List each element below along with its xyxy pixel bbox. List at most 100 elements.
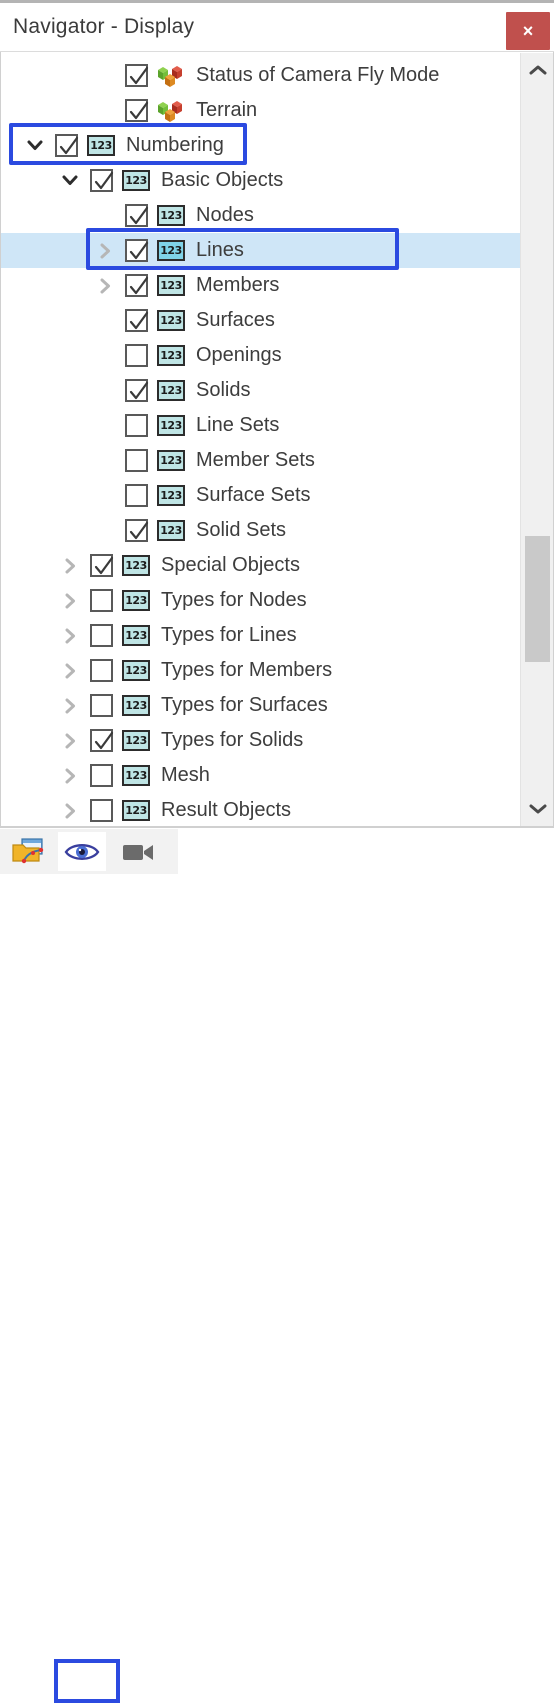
- tree-item-nodes[interactable]: 123 Nodes: [1, 198, 520, 233]
- checkbox-unchecked[interactable]: [90, 799, 113, 822]
- tree-item-types-for-nodes[interactable]: 123 Types for Nodes: [1, 583, 520, 618]
- checkbox-unchecked[interactable]: [125, 414, 148, 437]
- tree-item-terrain[interactable]: Terrain: [1, 93, 520, 128]
- tree-item-label: Members: [196, 274, 280, 296]
- scroll-down-button[interactable]: [521, 794, 554, 824]
- twisty-placeholder: [95, 381, 115, 401]
- chevron-right-icon[interactable]: [60, 731, 80, 751]
- checkbox-checked[interactable]: [90, 554, 114, 577]
- twisty-placeholder: [95, 346, 115, 366]
- numbering-badge-icon: 123: [122, 170, 150, 191]
- numbering-badge-icon: 123: [122, 590, 150, 611]
- chevron-down-icon[interactable]: [25, 136, 45, 156]
- tree-item-surface-sets[interactable]: 123 Surface Sets: [1, 478, 520, 513]
- chevron-right-icon[interactable]: [95, 241, 115, 261]
- tree-item-surfaces[interactable]: 123 Surfaces: [1, 303, 520, 338]
- tree-item-solid-sets[interactable]: 123 Solid Sets: [1, 513, 520, 548]
- checkbox-checked[interactable]: [55, 134, 79, 157]
- close-button[interactable]: ×: [506, 12, 550, 50]
- tree-item-numbering[interactable]: 123 Numbering: [1, 128, 520, 163]
- numbering-badge-icon: 123: [122, 800, 150, 821]
- checkbox-unchecked[interactable]: [125, 449, 148, 472]
- open-model-folder-button[interactable]: [4, 832, 52, 871]
- tree-item-label: Numbering: [126, 134, 224, 156]
- chevron-right-icon[interactable]: [95, 276, 115, 296]
- colored-cubes-icon: [158, 65, 182, 87]
- tree-item-members[interactable]: 123 Members: [1, 268, 520, 303]
- checkbox-unchecked[interactable]: [125, 484, 148, 507]
- tree-item-label: Solids: [196, 379, 251, 401]
- checkbox-checked[interactable]: [90, 729, 114, 752]
- tree-item-label: Types for Members: [161, 659, 333, 681]
- checkbox-checked[interactable]: [125, 274, 149, 297]
- tree-item-special-objects[interactable]: 123 Special Objects: [1, 548, 520, 583]
- tree-item-result-objects[interactable]: 123 Result Objects: [1, 793, 520, 826]
- tree-item-basic-objects[interactable]: 123 Basic Objects: [1, 163, 520, 198]
- chevron-right-icon[interactable]: [60, 556, 80, 576]
- tree-item-label: Types for Lines: [161, 624, 297, 646]
- chevron-right-icon[interactable]: [60, 626, 80, 646]
- tree-item-mesh[interactable]: 123 Mesh: [1, 758, 520, 793]
- numbering-badge-icon: 123: [122, 555, 150, 576]
- checkbox-checked[interactable]: [125, 64, 149, 87]
- numbering-badge-icon: 123: [157, 485, 185, 506]
- numbering-badge-icon: 123: [122, 730, 150, 751]
- tree-item-label: Status of Camera Fly Mode: [196, 64, 440, 86]
- checkbox-unchecked[interactable]: [90, 589, 113, 612]
- tree-item-types-for-lines[interactable]: 123 Types for Lines: [1, 618, 520, 653]
- display-eye-button[interactable]: [58, 832, 106, 871]
- tree-item-member-sets[interactable]: 123 Member Sets: [1, 443, 520, 478]
- tree-item-solids[interactable]: 123 Solids: [1, 373, 520, 408]
- checkbox-checked[interactable]: [125, 379, 149, 402]
- tree-item-types-for-solids[interactable]: 123 Types for Solids: [1, 723, 520, 758]
- numbering-badge-icon: 123: [122, 660, 150, 681]
- tree-item-types-for-surfaces[interactable]: 123 Types for Surfaces: [1, 688, 520, 723]
- chevron-right-icon[interactable]: [60, 591, 80, 611]
- close-icon: ×: [522, 21, 534, 41]
- checkbox-unchecked[interactable]: [90, 764, 113, 787]
- chevron-right-icon[interactable]: [60, 766, 80, 786]
- tree-item-label: Types for Solids: [161, 729, 304, 751]
- scrollbar-thumb[interactable]: [525, 536, 550, 662]
- tree-item-label: Member Sets: [196, 449, 315, 471]
- checkbox-checked[interactable]: [125, 309, 149, 332]
- tree-item-lines[interactable]: 123 Lines: [1, 233, 520, 268]
- navigator-tree-panel[interactable]: Status of Camera Fly Mode Terrain 123 Numbe…: [0, 52, 554, 827]
- tree-item-line-sets[interactable]: 123 Line Sets: [1, 408, 520, 443]
- tree-item-label: Surfaces: [196, 309, 275, 331]
- annotation-box-eye-button: [54, 1659, 120, 1703]
- numbering-badge-icon: 123: [157, 345, 185, 366]
- checkbox-checked[interactable]: [125, 99, 149, 122]
- checkbox-checked[interactable]: [125, 239, 149, 262]
- video-camera-icon: [123, 844, 153, 860]
- numbering-badge-icon: 123: [157, 520, 185, 541]
- checkbox-checked[interactable]: [90, 169, 114, 192]
- checkbox-unchecked[interactable]: [90, 624, 113, 647]
- vertical-scrollbar[interactable]: [520, 53, 553, 826]
- tree-item-status-of-camera-fly-mode[interactable]: Status of Camera Fly Mode: [1, 58, 520, 93]
- chevron-right-icon[interactable]: [60, 696, 80, 716]
- colored-cubes-icon: [158, 100, 182, 122]
- chevron-right-icon[interactable]: [60, 661, 80, 681]
- twisty-placeholder: [95, 416, 115, 436]
- title-bar: Navigator - Display ×: [0, 5, 554, 52]
- checkbox-unchecked[interactable]: [125, 344, 148, 367]
- camera-view-button[interactable]: [114, 832, 162, 871]
- tree-item-label: Result Objects: [161, 799, 292, 821]
- tree-item-label: Lines: [196, 239, 244, 261]
- checkbox-unchecked[interactable]: [90, 694, 113, 717]
- twisty-placeholder: [95, 101, 115, 121]
- chevron-down-icon[interactable]: [60, 171, 80, 191]
- numbering-badge-icon: 123: [157, 415, 185, 436]
- twisty-placeholder: [95, 451, 115, 471]
- scroll-up-button[interactable]: [521, 55, 554, 85]
- tree-item-openings[interactable]: 123 Openings: [1, 338, 520, 373]
- twisty-placeholder: [95, 311, 115, 331]
- checkbox-checked[interactable]: [125, 519, 149, 542]
- chevron-right-icon[interactable]: [60, 801, 80, 821]
- numbering-badge-icon: 123: [122, 765, 150, 786]
- checkbox-unchecked[interactable]: [90, 659, 113, 682]
- numbering-badge-icon: 123: [122, 625, 150, 646]
- checkbox-checked[interactable]: [125, 204, 149, 227]
- tree-item-types-for-members[interactable]: 123 Types for Members: [1, 653, 520, 688]
